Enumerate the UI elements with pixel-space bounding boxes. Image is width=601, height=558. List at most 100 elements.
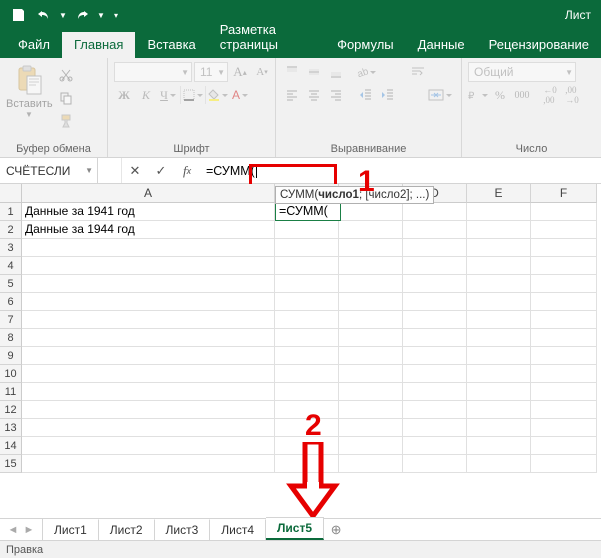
cell[interactable]	[275, 383, 339, 401]
cell[interactable]	[531, 275, 597, 293]
cell[interactable]	[22, 239, 275, 257]
merge-button[interactable]	[412, 85, 468, 105]
align-bottom-button[interactable]	[326, 62, 346, 82]
row-header[interactable]: 8	[0, 329, 22, 347]
row-header[interactable]: 14	[0, 437, 22, 455]
cell[interactable]	[467, 203, 531, 221]
cell[interactable]	[467, 329, 531, 347]
cell[interactable]	[531, 455, 597, 473]
cell[interactable]	[531, 221, 597, 239]
cell[interactable]	[339, 203, 403, 221]
cell[interactable]: Данные за 1941 год	[22, 203, 275, 221]
font-size-combo[interactable]: 11▼	[194, 62, 228, 82]
cell[interactable]	[275, 329, 339, 347]
sheet-tab[interactable]: Лист1	[43, 519, 99, 540]
cell[interactable]	[403, 455, 467, 473]
save-icon[interactable]	[6, 3, 30, 27]
cell[interactable]	[275, 221, 339, 239]
row-header[interactable]: 5	[0, 275, 22, 293]
cell[interactable]: Данные за 1944 год	[22, 221, 275, 239]
align-middle-button[interactable]	[304, 62, 324, 82]
fill-color-button[interactable]	[208, 85, 228, 105]
cell[interactable]	[467, 311, 531, 329]
orientation-button[interactable]: ab	[356, 62, 376, 82]
cell[interactable]	[339, 437, 403, 455]
cell[interactable]	[467, 383, 531, 401]
cell[interactable]	[467, 221, 531, 239]
align-top-button[interactable]	[282, 62, 302, 82]
underline-button[interactable]: Ч	[158, 85, 178, 105]
cell[interactable]	[339, 275, 403, 293]
tab-insert[interactable]: Вставка	[135, 32, 207, 58]
cell[interactable]	[403, 365, 467, 383]
cell[interactable]	[531, 293, 597, 311]
cell[interactable]	[339, 401, 403, 419]
tab-review[interactable]: Рецензирование	[477, 32, 601, 58]
cell[interactable]	[22, 401, 275, 419]
row-header[interactable]: 4	[0, 257, 22, 275]
cell[interactable]	[467, 275, 531, 293]
column-header[interactable]: E	[467, 184, 531, 203]
cell[interactable]	[467, 437, 531, 455]
cell[interactable]	[22, 419, 275, 437]
cell[interactable]	[339, 347, 403, 365]
cell[interactable]	[531, 203, 597, 221]
tab-home[interactable]: Главная	[62, 32, 135, 58]
cell-editing[interactable]: =СУММ(	[276, 203, 339, 220]
cell[interactable]	[339, 455, 403, 473]
cell[interactable]	[403, 419, 467, 437]
row-header[interactable]: 11	[0, 383, 22, 401]
cell[interactable]	[275, 257, 339, 275]
cell[interactable]	[22, 311, 275, 329]
cell[interactable]	[531, 329, 597, 347]
bold-button[interactable]: Ж	[114, 85, 134, 105]
sheet-tab[interactable]: Лист4	[210, 519, 266, 540]
row-header[interactable]: 15	[0, 455, 22, 473]
undo-icon[interactable]	[32, 3, 56, 27]
cell[interactable]	[275, 347, 339, 365]
row-header[interactable]: 6	[0, 293, 22, 311]
wrap-text-button[interactable]	[390, 62, 446, 82]
tab-formulas[interactable]: Формулы	[325, 32, 406, 58]
cell[interactable]	[403, 401, 467, 419]
cell[interactable]	[531, 383, 597, 401]
cell[interactable]	[403, 203, 467, 221]
copy-button[interactable]	[56, 88, 76, 108]
decrease-indent-button[interactable]	[356, 85, 376, 105]
cell[interactable]	[467, 365, 531, 383]
cell[interactable]	[403, 221, 467, 239]
cell[interactable]	[467, 347, 531, 365]
cell[interactable]	[403, 311, 467, 329]
cell[interactable]	[275, 239, 339, 257]
spreadsheet-grid[interactable]: ABCDEF 123456789101112131415 Данные за 1…	[0, 184, 601, 486]
cell[interactable]	[339, 365, 403, 383]
percent-button[interactable]: %	[490, 85, 510, 105]
column-header[interactable]: F	[531, 184, 597, 203]
cell[interactable]	[467, 419, 531, 437]
cell[interactable]	[339, 221, 403, 239]
accounting-format-button[interactable]: ₽	[468, 85, 488, 105]
align-right-button[interactable]	[326, 85, 346, 105]
cell[interactable]	[403, 257, 467, 275]
column-header[interactable]: A	[22, 184, 275, 203]
redo-dropdown-icon[interactable]: ▼	[96, 3, 106, 27]
cell[interactable]	[339, 419, 403, 437]
align-center-button[interactable]	[304, 85, 324, 105]
row-header[interactable]: 3	[0, 239, 22, 257]
formula-bar-input[interactable]: =СУММ(	[200, 158, 601, 183]
font-color-button[interactable]: A	[230, 85, 250, 105]
select-all-corner[interactable]	[0, 184, 22, 203]
add-sheet-button[interactable]: ⊕	[324, 522, 348, 538]
qat-customize-icon[interactable]: ▾	[111, 3, 121, 27]
tab-pagelayout[interactable]: Разметка страницы	[208, 17, 325, 58]
cell[interactable]	[467, 257, 531, 275]
sheet-tab[interactable]: Лист3	[155, 519, 211, 540]
sheet-tab[interactable]: Лист2	[99, 519, 155, 540]
cell[interactable]	[275, 311, 339, 329]
cell[interactable]	[339, 311, 403, 329]
enter-formula-button[interactable]: ✓	[148, 163, 174, 179]
cell[interactable]	[22, 347, 275, 365]
sheet-nav-prev[interactable]: ◄	[6, 524, 20, 536]
cell[interactable]	[403, 293, 467, 311]
cell[interactable]	[22, 455, 275, 473]
